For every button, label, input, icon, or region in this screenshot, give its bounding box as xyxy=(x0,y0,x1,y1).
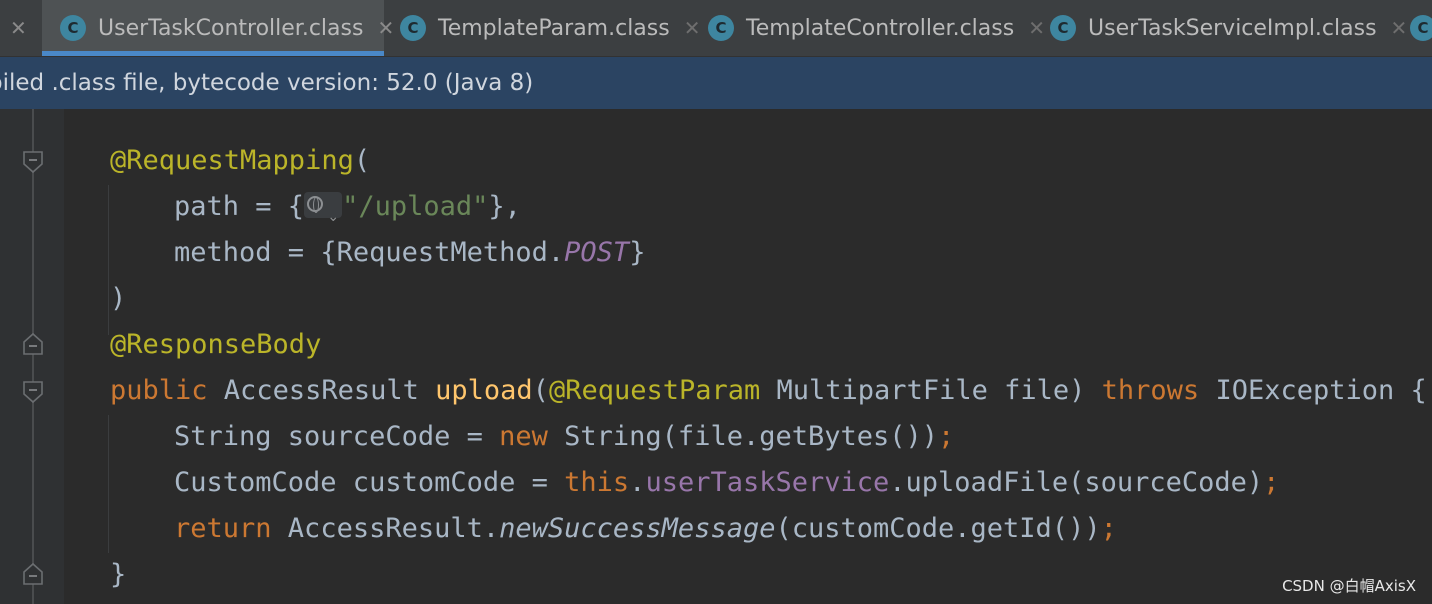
class-ref: RequestMethod. xyxy=(336,237,565,268)
tab-templatecontroller[interactable]: C TemplateController.class ✕ xyxy=(708,0,1045,56)
exception-type: IOException { xyxy=(1199,375,1427,406)
class-file-icon: C xyxy=(400,15,426,41)
statement: .uploadFile(sourceCode) xyxy=(889,467,1264,498)
paren: ( xyxy=(353,145,371,176)
close-icon[interactable]: ✕ xyxy=(377,16,394,40)
code-line-10[interactable]: } xyxy=(110,552,126,598)
class-file-icon: C xyxy=(1050,15,1076,41)
code-line-9[interactable]: return AccessResult.newSuccessMessage(cu… xyxy=(174,506,1117,552)
attr-key: method xyxy=(174,237,272,268)
tab-previous-hidden[interactable]: ✕ xyxy=(0,0,42,56)
code-editor[interactable]: @RequestMapping( path = {⌄ "/upload"}, me… xyxy=(0,109,1432,604)
enum-constant: POST xyxy=(564,237,630,268)
keyword: public xyxy=(110,375,208,406)
code-line-6[interactable]: public AccessResult upload(@RequestParam… xyxy=(110,368,1427,414)
watermark: CSDN @白帽AxisX xyxy=(1282,577,1416,595)
keyword: this xyxy=(564,467,630,498)
tab-label: UserTaskController.class xyxy=(98,15,364,41)
banner-text: piled .class file, bytecode version: 52.… xyxy=(0,70,534,96)
class-file-icon: C xyxy=(60,15,86,41)
statement: (customCode.getId()) xyxy=(775,513,1101,544)
tab-templateparam[interactable]: C TemplateParam.class ✕ xyxy=(400,0,700,56)
code-line-5[interactable]: @ResponseBody xyxy=(110,322,321,368)
code-line-8[interactable]: CustomCode customCode = this.userTaskSer… xyxy=(174,460,1279,506)
field-ref: userTaskService xyxy=(645,467,890,498)
dot: . xyxy=(629,467,646,498)
annotation: @ResponseBody xyxy=(110,329,322,360)
operator: = { xyxy=(239,191,305,222)
return-type: AccessResult xyxy=(207,375,436,406)
parameters: MultipartFile file) xyxy=(760,375,1102,406)
keyword: throws xyxy=(1101,375,1200,406)
keyword: new xyxy=(499,421,548,452)
tab-label: TemplateParam.class xyxy=(438,15,670,41)
class-ref: AccessResult. xyxy=(271,513,500,544)
semicolon: ; xyxy=(1100,513,1117,544)
close-icon[interactable]: ✕ xyxy=(10,16,27,40)
close-icon[interactable]: ✕ xyxy=(684,16,701,40)
url-globe-icon[interactable]: ⌄ xyxy=(304,191,343,225)
statement: String sourceCode = xyxy=(174,421,500,452)
tab-usertaskserviceimpl[interactable]: C UserTaskServiceImpl.class ✕ xyxy=(1050,0,1407,56)
operator: = { xyxy=(271,237,337,268)
annotation: @RequestParam xyxy=(548,375,761,406)
close-icon[interactable]: ✕ xyxy=(1028,16,1045,40)
code-line-4[interactable]: ) xyxy=(110,276,126,322)
paren: ( xyxy=(532,375,549,406)
decompiled-info-banner: piled .class file, bytecode version: 52.… xyxy=(0,57,1432,109)
static-method-call: newSuccessMessage xyxy=(499,513,776,544)
statement: CustomCode customCode = xyxy=(174,467,565,498)
tab-overflow[interactable]: C xyxy=(1410,0,1432,56)
brace: } xyxy=(110,559,127,590)
code-line-1[interactable]: @RequestMapping( xyxy=(110,138,370,184)
code-line-3[interactable]: method = {RequestMethod.POST} xyxy=(174,230,645,276)
brace: } xyxy=(629,237,646,268)
string-literal: "/upload" xyxy=(342,191,489,222)
tab-label: UserTaskServiceImpl.class xyxy=(1088,15,1377,41)
method-name: upload xyxy=(435,375,533,406)
code-line-2[interactable]: path = {⌄ "/upload"}, xyxy=(174,184,521,230)
tab-usertaskcontroller[interactable]: C UserTaskController.class ✕ xyxy=(42,0,394,56)
class-file-icon: C xyxy=(1410,15,1432,41)
paren: ) xyxy=(110,283,127,314)
close-icon[interactable]: ✕ xyxy=(1391,16,1408,40)
code-line-7[interactable]: String sourceCode = new String(file.getB… xyxy=(174,414,954,460)
class-file-icon: C xyxy=(708,15,734,41)
statement: String(file.getBytes()) xyxy=(547,421,939,452)
keyword: return xyxy=(174,513,272,544)
semicolon: ; xyxy=(938,421,955,452)
brace: }, xyxy=(488,191,521,222)
semicolon: ; xyxy=(1263,467,1280,498)
annotation: @RequestMapping xyxy=(110,145,354,176)
attr-key: path xyxy=(174,191,240,222)
indent-guide xyxy=(108,185,109,335)
editor-tab-bar: ✕ C UserTaskController.class ✕ C Templat… xyxy=(0,0,1432,57)
tab-label: TemplateController.class xyxy=(746,15,1015,41)
indent-guide xyxy=(108,415,109,553)
